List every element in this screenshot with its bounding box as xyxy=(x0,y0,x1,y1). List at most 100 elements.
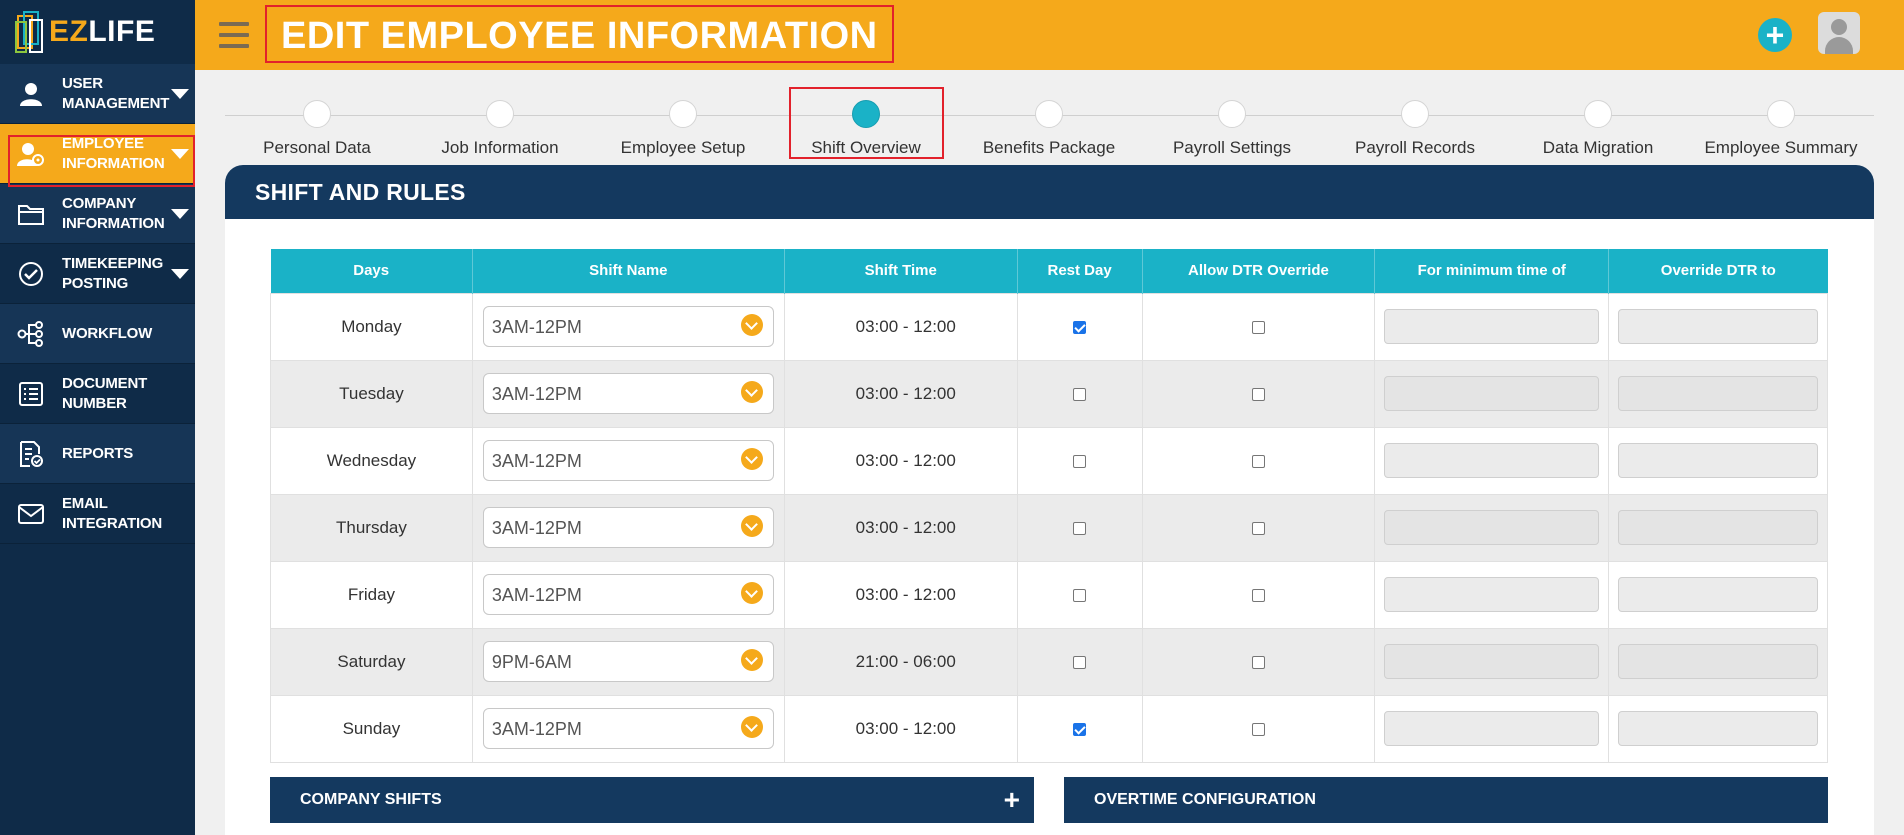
step-data-migration[interactable]: Data Migration xyxy=(1508,100,1688,158)
column-header: Shift Name xyxy=(472,249,785,293)
rest-day-checkbox[interactable] xyxy=(1073,521,1087,535)
allow-dtr-override-checkbox[interactable] xyxy=(1251,454,1265,468)
sidebar-item-document-number[interactable]: DOCUMENT NUMBER xyxy=(0,364,195,424)
sidebar-item-workflow[interactable]: WORKFLOW xyxy=(0,304,195,364)
step-benefits-package[interactable]: Benefits Package xyxy=(959,100,1139,158)
overtime-configuration-section[interactable]: OVERTIME CONFIGURATION xyxy=(1064,777,1828,823)
chevron-down-icon[interactable] xyxy=(171,208,189,219)
add-button[interactable]: + xyxy=(1758,18,1792,52)
override-dtr-input[interactable] xyxy=(1618,711,1818,746)
step-payroll-settings[interactable]: Payroll Settings xyxy=(1142,100,1322,158)
override-dtr-input[interactable] xyxy=(1618,577,1818,612)
shift-select[interactable]: 3AM-12PM xyxy=(482,574,774,615)
add-company-shift-button[interactable]: + xyxy=(1004,777,1020,823)
minimum-time-input[interactable] xyxy=(1384,376,1600,411)
allow-dtr-override-checkbox[interactable] xyxy=(1251,588,1265,602)
sidebar-item-reports[interactable]: REPORTS xyxy=(0,424,195,484)
chevron-down-icon[interactable] xyxy=(171,268,189,279)
day-cell: Sunday xyxy=(270,694,473,763)
sidebar-item-company-information[interactable]: COMPANY INFORMATION xyxy=(0,184,195,244)
allow-dtr-override-checkbox[interactable] xyxy=(1251,387,1265,401)
shift-time-cell: 03:00 - 12:00 xyxy=(783,359,1018,428)
shift-name-cell: 3AM-12PM xyxy=(471,493,785,562)
minimum-time-input[interactable] xyxy=(1384,443,1600,478)
sidebar-item-email-integration[interactable]: EMAIL INTEGRATION xyxy=(0,484,195,544)
minimum-time-cell xyxy=(1374,560,1610,629)
override-dtr-cell xyxy=(1608,694,1828,763)
shift-select-value: 3AM-12PM xyxy=(491,384,582,404)
folder-icon xyxy=(0,202,62,226)
hamburger-menu-icon[interactable] xyxy=(219,22,249,48)
shift-select-value: 3AM-12PM xyxy=(491,317,582,337)
step-employee-summary[interactable]: Employee Summary xyxy=(1691,100,1871,158)
rest-day-cell xyxy=(1016,359,1143,428)
step-job-information[interactable]: Job Information xyxy=(410,100,590,158)
chevron-down-icon xyxy=(740,448,763,470)
rest-day-cell xyxy=(1016,493,1143,562)
shift-select-value: 3AM-12PM xyxy=(491,719,582,739)
sidebar-item-timekeeping-posting[interactable]: TIMEKEEPING POSTING xyxy=(0,244,195,304)
shift-name-cell: 3AM-12PM xyxy=(471,560,785,629)
day-cell: Wednesday xyxy=(270,426,473,495)
rest-day-checkbox[interactable] xyxy=(1073,320,1087,334)
table-row: Thursday 3AM-12PM 03:00 - 12:00 xyxy=(270,493,1828,562)
override-dtr-cell xyxy=(1608,359,1828,428)
shift-select[interactable]: 9PM-6AM xyxy=(482,641,774,682)
rest-day-checkbox[interactable] xyxy=(1073,454,1087,468)
allow-dtr-override-checkbox[interactable] xyxy=(1251,655,1265,669)
sidebar-item-user-management[interactable]: USER MANAGEMENT xyxy=(0,64,195,124)
sidebar-item-label: REPORTS xyxy=(62,444,134,462)
table-row: Friday 3AM-12PM 03:00 - 12:00 xyxy=(270,560,1828,629)
override-dtr-input[interactable] xyxy=(1618,443,1818,478)
column-header: Shift Time xyxy=(784,249,1018,293)
rest-day-checkbox[interactable] xyxy=(1073,722,1087,736)
allow-dtr-override-checkbox[interactable] xyxy=(1251,320,1265,334)
minimum-time-cell xyxy=(1374,359,1610,428)
override-dtr-input[interactable] xyxy=(1618,376,1818,411)
shift-name-cell: 3AM-12PM xyxy=(471,292,785,361)
workflow-icon xyxy=(0,320,62,347)
mail-icon xyxy=(0,503,62,525)
rest-day-checkbox[interactable] xyxy=(1073,588,1087,602)
app-logo[interactable]: EZLIFE xyxy=(0,0,195,64)
chevron-down-icon xyxy=(740,381,763,403)
allow-dtr-override-checkbox[interactable] xyxy=(1251,722,1265,736)
minimum-time-cell xyxy=(1374,493,1610,562)
avatar[interactable] xyxy=(1818,12,1860,54)
minimum-time-input[interactable] xyxy=(1384,577,1600,612)
shift-select[interactable]: 3AM-12PM xyxy=(482,507,774,548)
shift-select[interactable]: 3AM-12PM xyxy=(482,708,774,749)
override-dtr-input[interactable] xyxy=(1618,510,1818,545)
day-cell: Friday xyxy=(270,560,473,629)
shift-select[interactable]: 3AM-12PM xyxy=(482,373,774,414)
rest-day-checkbox[interactable] xyxy=(1073,655,1087,669)
shift-select[interactable]: 3AM-12PM xyxy=(482,440,774,481)
day-cell: Saturday xyxy=(270,627,473,696)
override-dtr-input[interactable] xyxy=(1618,309,1818,344)
step-payroll-records[interactable]: Payroll Records xyxy=(1325,100,1505,158)
step-personal-data[interactable]: Personal Data xyxy=(227,100,407,158)
allow-dtr-cell xyxy=(1141,627,1376,696)
minimum-time-input[interactable] xyxy=(1384,510,1600,545)
minimum-time-input[interactable] xyxy=(1384,711,1600,746)
rest-day-cell xyxy=(1016,694,1143,763)
shift-select-value: 3AM-12PM xyxy=(491,518,582,538)
rest-day-checkbox[interactable] xyxy=(1073,387,1087,401)
minimum-time-input[interactable] xyxy=(1384,309,1600,344)
override-dtr-input[interactable] xyxy=(1618,644,1818,679)
minimum-time-input[interactable] xyxy=(1384,644,1600,679)
sidebar-item-label: USER MANAGEMENT xyxy=(62,74,170,112)
allow-dtr-override-checkbox[interactable] xyxy=(1251,521,1265,535)
step-shift-overview[interactable]: Shift Overview xyxy=(776,100,956,158)
chevron-down-icon[interactable] xyxy=(171,88,189,99)
table-header-row: Days Shift Name Shift Time Rest Day Allo… xyxy=(270,249,1828,293)
shift-select[interactable]: 3AM-12PM xyxy=(482,306,774,347)
column-header: Allow DTR Override xyxy=(1142,249,1376,293)
sidebar-item-employee-information[interactable]: EMPLOYEE INFORMATION xyxy=(0,124,195,184)
chevron-down-icon xyxy=(740,515,763,537)
override-dtr-cell xyxy=(1608,292,1828,361)
shift-time-cell: 03:00 - 12:00 xyxy=(783,694,1018,763)
company-shifts-section[interactable]: COMPANY SHIFTS + xyxy=(270,777,1034,823)
chevron-down-icon[interactable] xyxy=(171,148,189,159)
step-employee-setup[interactable]: Employee Setup xyxy=(593,100,773,158)
